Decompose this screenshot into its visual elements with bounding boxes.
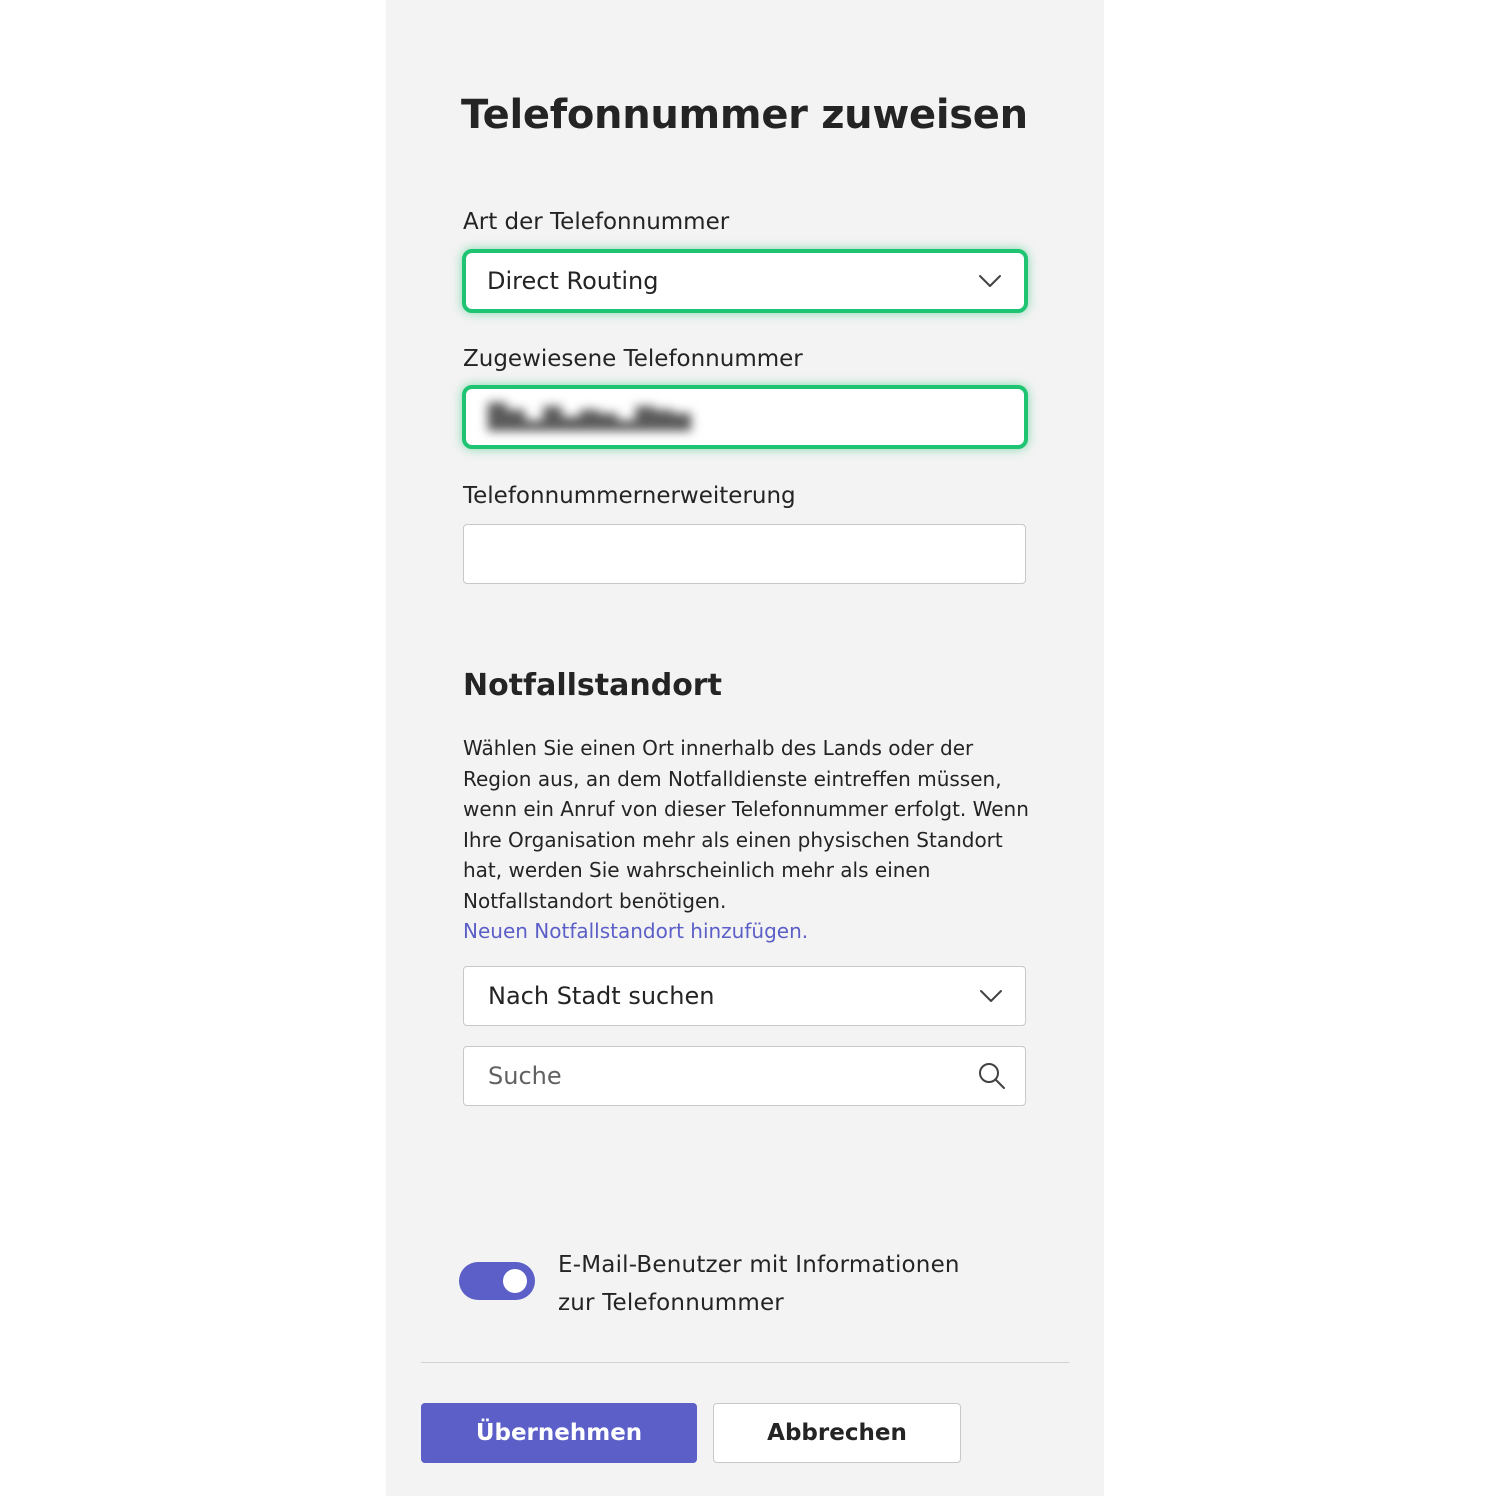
email-user-toggle-label: E-Mail-Benutzer mit Informationen zur Te… xyxy=(558,1252,960,1316)
link-period: . xyxy=(801,919,809,943)
assigned-number-redacted-value: █▆▃▇▄▆▅▃▇▆▅ xyxy=(488,403,692,431)
phone-type-dropdown[interactable]: Direct Routing xyxy=(462,249,1028,313)
cancel-button[interactable]: Abbrechen xyxy=(713,1403,961,1463)
extension-input[interactable] xyxy=(463,524,1026,584)
emergency-location-description: Wählen Sie einen Ort innerhalb des Lands… xyxy=(463,733,1033,947)
toggle-knob xyxy=(503,1269,527,1293)
dialog-title: Telefonnummer zuweisen xyxy=(461,92,1028,138)
extension-label: Telefonnummernerweiterung xyxy=(463,483,796,509)
assigned-number-input[interactable]: █▆▃▇▄▆▅▃▇▆▅ xyxy=(462,385,1028,449)
phone-type-label: Art der Telefonnummer xyxy=(463,209,730,235)
phone-type-value: Direct Routing xyxy=(487,267,659,295)
assign-phone-number-panel: Telefonnummer zuweisen Art der Telefonnu… xyxy=(386,0,1104,1496)
search-placeholder: Suche xyxy=(488,1062,562,1090)
search-icon[interactable] xyxy=(977,1061,1007,1091)
search-by-value: Nach Stadt suchen xyxy=(488,982,715,1010)
email-user-toggle[interactable] xyxy=(459,1262,535,1300)
footer-divider xyxy=(421,1362,1069,1363)
emergency-location-heading: Notfallstandort xyxy=(463,668,722,703)
add-emergency-location-link[interactable]: Neuen Notfallstandort hinzufügen xyxy=(463,919,802,943)
location-search-input[interactable]: Suche xyxy=(463,1046,1026,1106)
search-by-dropdown[interactable]: Nach Stadt suchen xyxy=(463,966,1026,1026)
chevron-down-icon xyxy=(980,990,1002,1002)
chevron-down-icon xyxy=(979,275,1001,287)
assigned-number-label: Zugewiesene Telefonnummer xyxy=(463,346,803,372)
emergency-description-text: Wählen Sie einen Ort innerhalb des Lands… xyxy=(463,736,1029,913)
apply-button[interactable]: Übernehmen xyxy=(421,1403,697,1463)
